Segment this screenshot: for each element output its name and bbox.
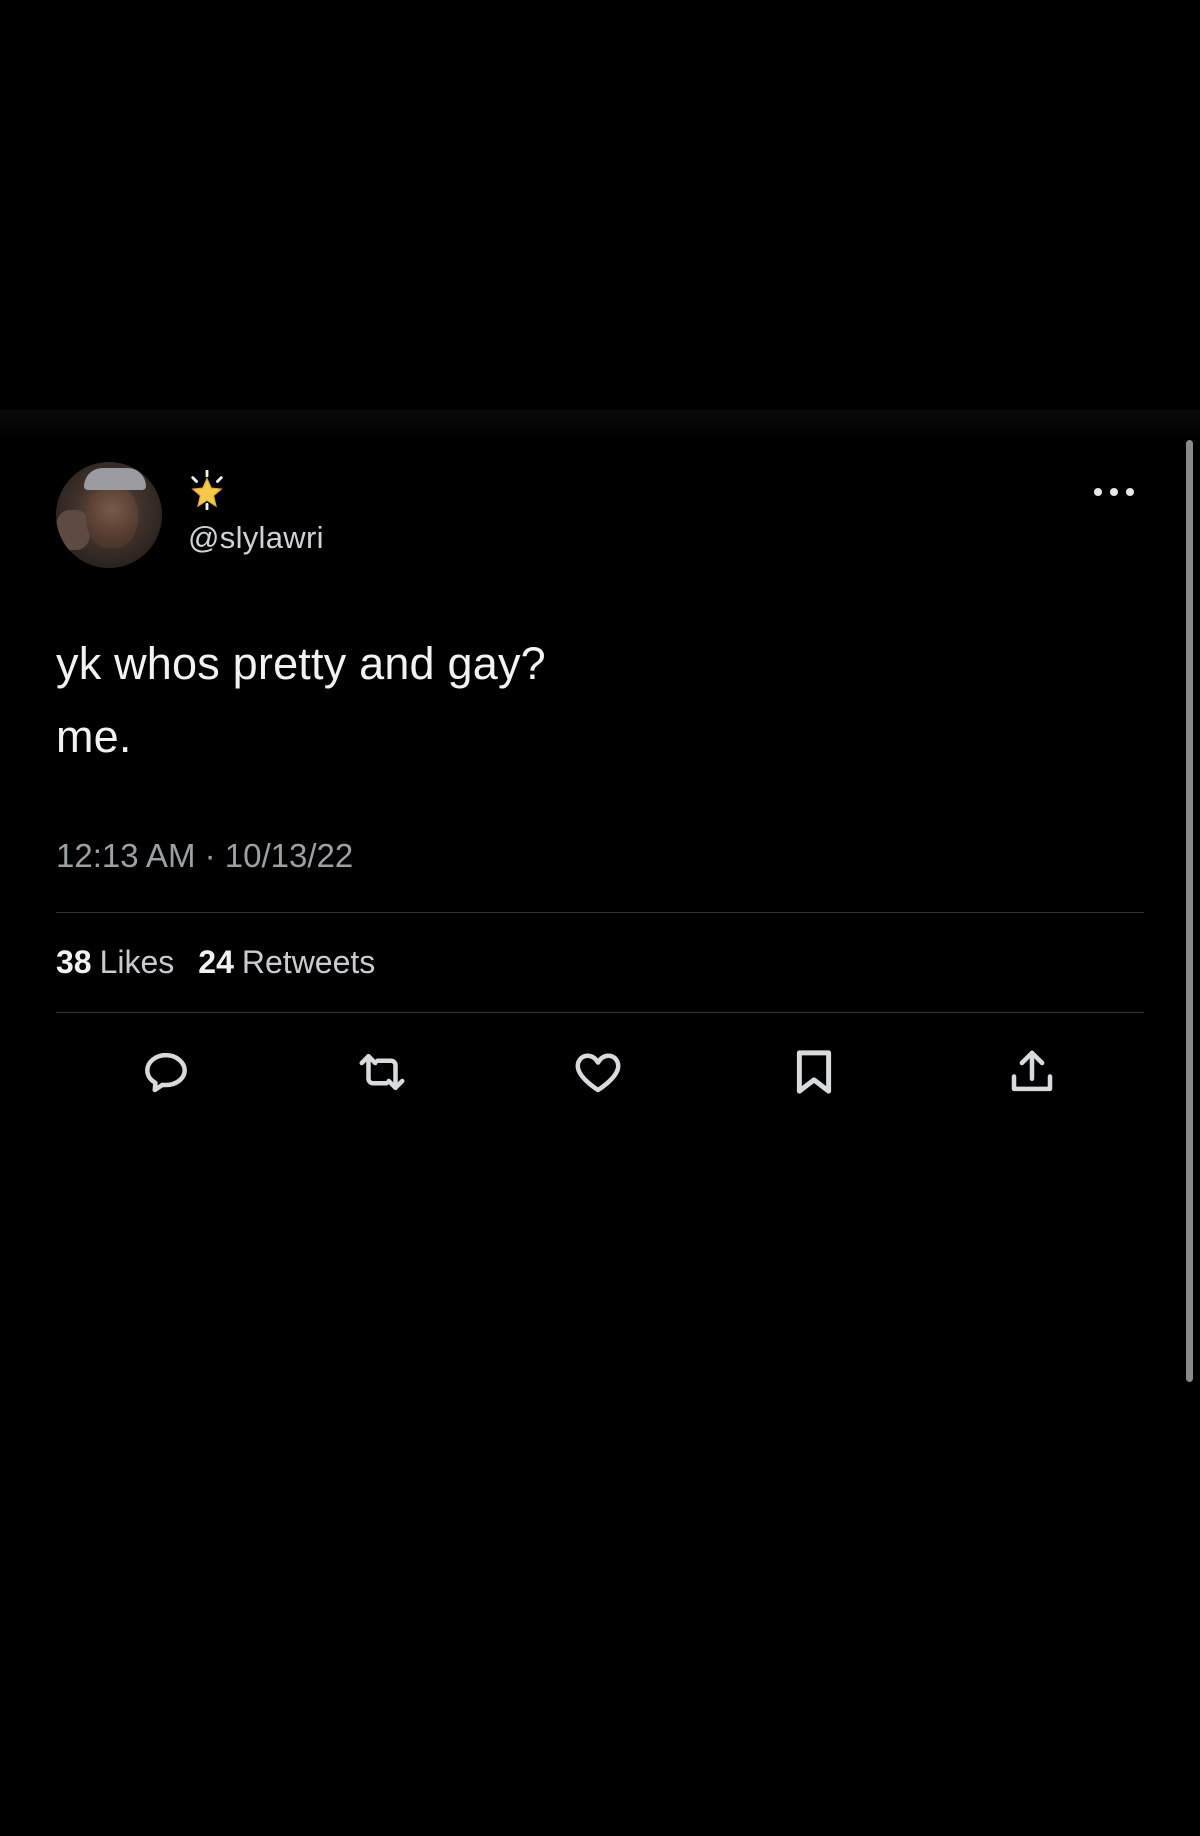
top-fade <box>0 410 1200 440</box>
tweet-timestamp[interactable]: 12:13 AM · 10/13/22 <box>56 837 353 875</box>
reply-button[interactable] <box>136 1042 196 1102</box>
bookmark-icon <box>796 1050 832 1094</box>
like-icon <box>575 1053 621 1093</box>
divider <box>56 912 1144 913</box>
display-name[interactable] <box>188 470 226 510</box>
likes-stat[interactable]: 38 Likes <box>56 944 174 981</box>
avatar-hand <box>56 510 90 550</box>
share-icon <box>1011 1050 1053 1092</box>
engagement-stats: 38 Likes 24 Retweets <box>56 944 375 981</box>
retweets-count: 24 <box>198 944 234 980</box>
bookmark-button[interactable] <box>784 1042 844 1102</box>
retweet-button[interactable] <box>352 1042 412 1102</box>
share-button[interactable] <box>1002 1042 1062 1102</box>
tweet-text: yk whos pretty and gay? me. <box>56 638 546 762</box>
more-options-icon[interactable] <box>1092 484 1136 500</box>
retweets-label: Retweets <box>241 944 376 980</box>
divider <box>56 1012 1144 1013</box>
user-handle[interactable]: @slylawri <box>188 520 324 556</box>
avatar-cap <box>84 468 146 490</box>
reply-icon <box>145 1052 187 1093</box>
retweets-stat[interactable]: 24 Retweets <box>198 944 375 981</box>
action-bar <box>56 1042 1144 1122</box>
retweet-icon <box>359 1054 405 1090</box>
avatar-face <box>86 484 138 548</box>
glowing-star-icon <box>191 470 223 510</box>
scrollbar[interactable] <box>1186 440 1193 1382</box>
like-button[interactable] <box>568 1042 628 1102</box>
avatar[interactable] <box>56 462 162 568</box>
likes-count: 38 <box>56 944 92 980</box>
likes-label: Likes <box>99 944 175 980</box>
